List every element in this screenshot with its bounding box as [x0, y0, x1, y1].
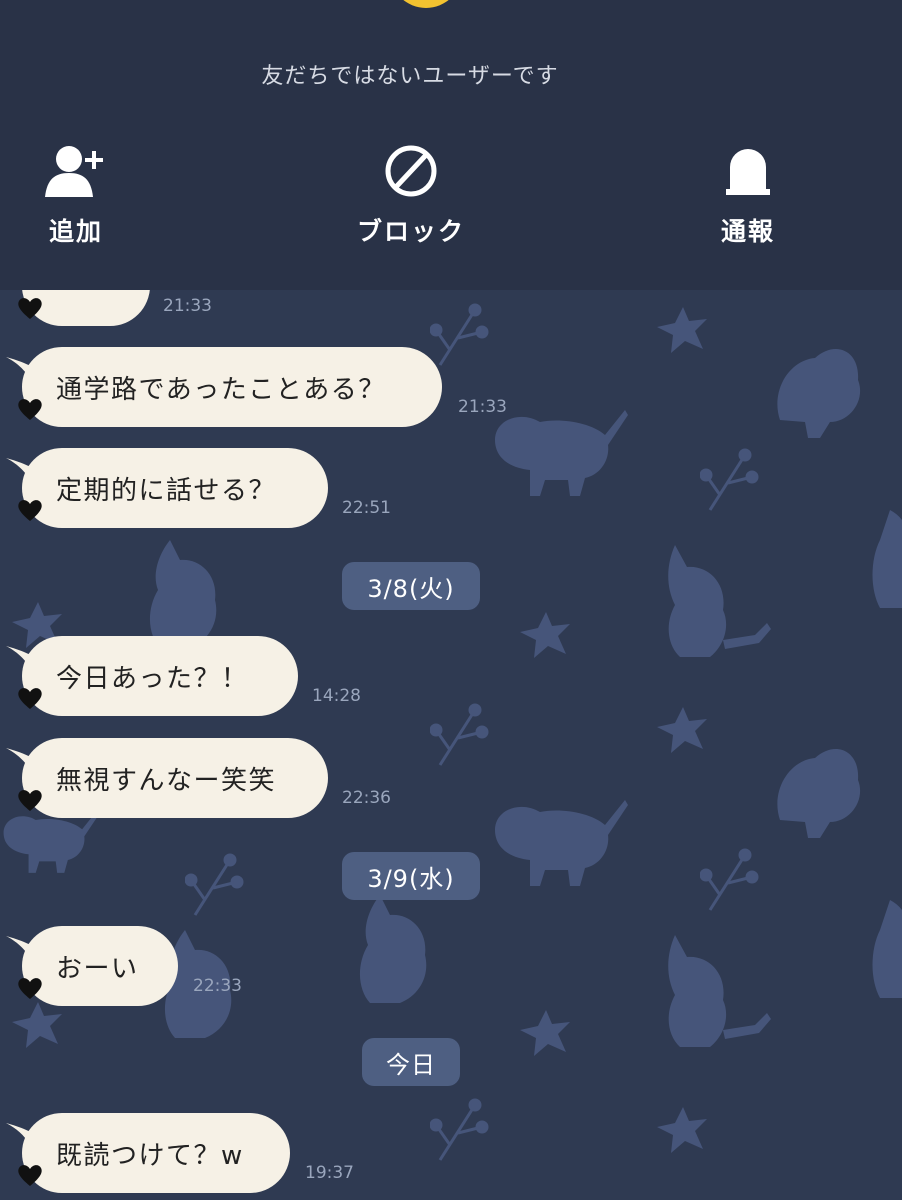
date-separator: 今日 — [362, 1038, 460, 1086]
leaf-icon — [657, 707, 707, 753]
date-separator: 3/8(火) — [342, 562, 480, 610]
message-bubble[interactable]: 無視すんなー笑笑 — [22, 738, 328, 818]
chat-area[interactable]: 21:33 通学路であったことある？ 21:33 定期的に話せる？ 22:51 … — [0, 290, 902, 1200]
message-bubble[interactable]: おーい — [22, 926, 178, 1006]
leaf-icon — [657, 307, 707, 353]
character-silhouette-icon — [359, 895, 427, 1003]
message-text: おーい — [56, 953, 139, 984]
block-icon — [346, 140, 476, 202]
report-icon — [702, 140, 794, 202]
add-friend-button[interactable]: 追加 — [30, 140, 122, 248]
message-text: 今日あった？！ — [56, 663, 249, 694]
character-silhouette-icon — [495, 800, 628, 886]
branch-icon — [430, 703, 489, 766]
avatar[interactable] — [390, 0, 462, 8]
message-text: 通学路であったことある？ — [56, 374, 386, 405]
heart-icon — [18, 500, 42, 521]
heart-icon — [18, 1165, 42, 1186]
branch-icon — [430, 1098, 489, 1161]
date-separator: 3/9(水) — [342, 852, 480, 900]
message-time: 14:28 — [312, 686, 361, 706]
block-label: ブロック — [356, 217, 465, 246]
non-friend-notice: 友だちではないユーザーです — [261, 64, 559, 89]
message-text: 無視すんなー笑笑 — [56, 765, 277, 796]
heart-icon — [18, 399, 42, 420]
report-button[interactable]: 通報 — [702, 140, 794, 248]
character-silhouette-icon — [872, 900, 902, 998]
character-silhouette-icon — [777, 749, 861, 838]
leaf-icon — [520, 1010, 570, 1056]
add-friend-label: 追加 — [48, 217, 103, 246]
message-bubble[interactable]: 今日あった？！ — [22, 636, 298, 716]
message-time: 21:33 — [458, 397, 507, 417]
leaf-icon — [520, 612, 570, 658]
block-button[interactable]: ブロック — [346, 140, 476, 248]
message-bubble[interactable]: 定期的に話せる？ — [22, 448, 328, 528]
leaf-icon — [657, 1107, 707, 1153]
message-time: 22:51 — [342, 498, 391, 518]
heart-icon — [18, 688, 42, 709]
branch-icon — [430, 303, 489, 366]
character-silhouette-icon — [149, 540, 217, 648]
branch-icon — [700, 848, 759, 911]
heart-icon — [18, 298, 42, 319]
branch-icon — [700, 448, 759, 511]
branch-icon — [185, 853, 244, 916]
message-time: 22:33 — [193, 976, 242, 996]
message-time: 21:33 — [163, 296, 212, 316]
message-time: 22:36 — [342, 788, 391, 808]
character-silhouette-icon — [495, 410, 628, 496]
character-silhouette-icon — [777, 349, 861, 438]
heart-icon — [18, 790, 42, 811]
non-friend-banner: 友だちではないユーザーです 追加 ブロック 通報 — [0, 0, 902, 290]
character-silhouette-icon — [668, 935, 771, 1047]
message-bubble[interactable]: 通学路であったことある？ — [22, 347, 442, 427]
message-bubble[interactable]: 既読つけて？w — [22, 1113, 290, 1193]
message-time: 19:37 — [305, 1163, 354, 1183]
character-silhouette-icon — [872, 510, 902, 608]
message-text: 既読つけて？w — [56, 1140, 244, 1171]
leaf-icon — [12, 1002, 62, 1048]
report-label: 通報 — [720, 217, 775, 246]
add-friend-icon — [30, 140, 122, 202]
heart-icon — [18, 978, 42, 999]
message-text: 定期的に話せる？ — [56, 475, 277, 506]
character-silhouette-icon — [668, 545, 771, 657]
